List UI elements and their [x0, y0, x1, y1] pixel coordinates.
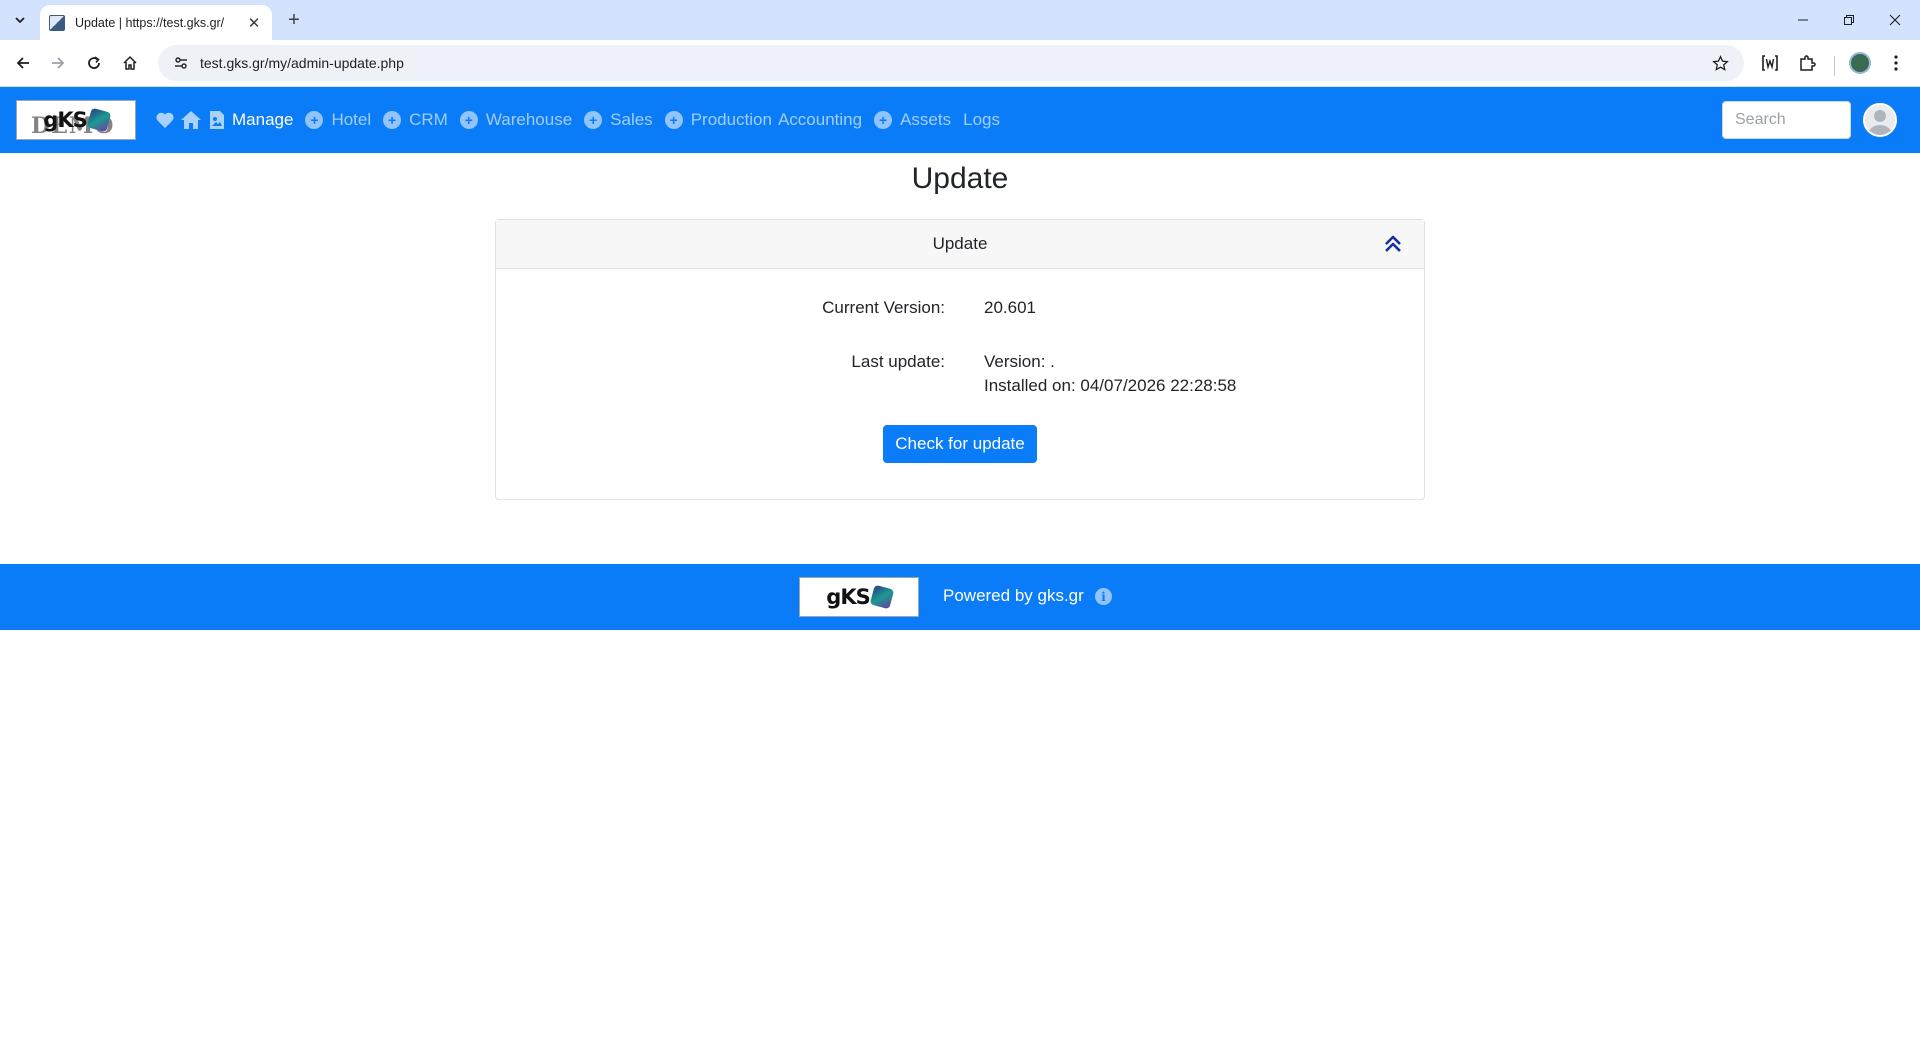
- page-title: Update: [911, 162, 1009, 195]
- extension-bracket-icon: [1762, 55, 1778, 71]
- powered-by-text: Powered by gks.gr: [943, 586, 1084, 605]
- profile-avatar-icon: [1849, 52, 1871, 74]
- tune-icon: [175, 57, 187, 69]
- menu-crm-label: CRM: [409, 110, 448, 129]
- last-update-installed: Installed on: 04/07/2026 22:28:58: [984, 376, 1237, 395]
- menu-accounting-label: Accounting: [777, 110, 863, 129]
- check-for-update-button[interactable]: Check for update: [883, 425, 1037, 463]
- search-input[interactable]: [1722, 101, 1851, 139]
- menu-sales[interactable]: Sales: [610, 110, 653, 130]
- browser-tab-active[interactable]: Update | https://test.gks.gr/ ✕: [40, 5, 272, 40]
- user-silhouette-icon: [1868, 110, 1892, 135]
- forward-button[interactable]: [42, 47, 74, 79]
- current-version-value: 20.601: [984, 298, 1036, 317]
- extension-button-1[interactable]: [1754, 47, 1786, 79]
- current-version-label: Current Version:: [822, 298, 945, 317]
- minimize-button[interactable]: [1780, 0, 1826, 40]
- menu-logs-label: Logs: [963, 110, 1000, 129]
- menu-accounting[interactable]: Accounting: [778, 110, 862, 130]
- menu-manage[interactable]: Manage: [232, 110, 293, 130]
- add-assets-icon[interactable]: +: [874, 111, 893, 129]
- menu-production[interactable]: Production: [691, 110, 772, 130]
- back-button[interactable]: [7, 47, 39, 79]
- extensions-button[interactable]: [1791, 47, 1823, 79]
- collapse-button[interactable]: [1380, 231, 1406, 257]
- restore-button[interactable]: [1826, 0, 1872, 40]
- heart-icon: [156, 112, 174, 128]
- browser-toolbar: test.gks.gr/my/admin-update.php: [0, 40, 1920, 87]
- add-crm-icon[interactable]: +: [383, 111, 402, 129]
- home-button[interactable]: [114, 47, 146, 79]
- menu-sales-label: Sales: [610, 110, 653, 129]
- site-info-button[interactable]: [166, 49, 196, 77]
- card-header[interactable]: Update: [496, 220, 1424, 269]
- address-bar[interactable]: test.gks.gr/my/admin-update.php: [158, 45, 1744, 81]
- house-icon: [181, 111, 201, 129]
- menu-assets-label: Assets: [900, 110, 952, 129]
- menu-crm[interactable]: CRM: [409, 110, 448, 130]
- menu-assets[interactable]: Assets: [900, 110, 951, 130]
- more-vertical-icon: [1894, 55, 1898, 71]
- toolbar-divider: [1834, 56, 1835, 76]
- user-avatar[interactable]: [1863, 103, 1897, 137]
- footer-logo-text: gKS: [826, 585, 870, 609]
- menu-hotel[interactable]: Hotel: [331, 110, 371, 130]
- add-hotel-icon[interactable]: +: [305, 111, 324, 129]
- home-icon: [123, 55, 137, 70]
- arrow-right-icon: [52, 57, 65, 69]
- menu-hotel-label: Hotel: [331, 110, 372, 129]
- restore-icon: [1844, 15, 1854, 25]
- tab-search-button[interactable]: [8, 8, 32, 32]
- puzzle-icon: [1800, 55, 1816, 71]
- browser-tabstrip: Update | https://test.gks.gr/ ✕ +: [0, 0, 1920, 40]
- tab-close-icon[interactable]: ✕: [246, 15, 262, 32]
- brand-logo[interactable]: DEMO gKS: [16, 100, 136, 140]
- menu-warehouse[interactable]: Warehouse: [486, 110, 572, 130]
- tab-title: Update | https://test.gks.gr/: [75, 15, 225, 30]
- add-production-icon[interactable]: +: [664, 111, 683, 129]
- last-update-version: Version: .: [984, 352, 1055, 371]
- star-icon: [1711, 54, 1729, 71]
- reload-icon: [88, 56, 100, 69]
- minimize-icon: [1798, 19, 1808, 21]
- app-navbar: DEMO gKS Manage + Hotel + CRM + Warehous…: [0, 87, 1920, 153]
- menu-warehouse-label: Warehouse: [485, 110, 573, 129]
- menu-logs[interactable]: Logs: [963, 110, 1000, 130]
- info-icon[interactable]: i: [1095, 588, 1112, 605]
- favorites-button[interactable]: [154, 109, 176, 131]
- footer-logo[interactable]: gKS: [799, 577, 919, 617]
- home-nav-button[interactable]: [180, 109, 202, 131]
- add-warehouse-icon[interactable]: +: [459, 111, 478, 129]
- double-chevron-up-icon: [1385, 235, 1401, 252]
- browser-menu-button[interactable]: [1880, 47, 1912, 79]
- reload-button[interactable]: [78, 47, 110, 79]
- close-icon: [1889, 14, 1901, 26]
- profile-button[interactable]: [1844, 47, 1876, 79]
- documents-button[interactable]: [206, 109, 228, 131]
- chevron-down-icon: [15, 17, 25, 24]
- new-tab-button[interactable]: +: [282, 8, 306, 32]
- site-favicon-icon: [49, 14, 65, 31]
- last-update-label: Last update:: [851, 352, 945, 371]
- footer: gKS Powered by gks.gr i: [0, 564, 1920, 630]
- footer-logo-cube-icon: [869, 584, 894, 610]
- url-text[interactable]: test.gks.gr/my/admin-update.php: [200, 55, 404, 71]
- menu-manage-label: Manage: [232, 110, 294, 129]
- arrow-left-icon: [16, 57, 29, 69]
- menu-production-label: Production: [690, 110, 772, 129]
- main-menu: Manage + Hotel + CRM + Warehouse + Sales…: [154, 87, 1006, 153]
- bookmark-button[interactable]: [1708, 51, 1732, 75]
- card-title: Update: [932, 234, 988, 253]
- add-sales-icon[interactable]: +: [584, 111, 603, 129]
- close-window-button[interactable]: [1872, 0, 1918, 40]
- document-image-icon: [210, 111, 224, 129]
